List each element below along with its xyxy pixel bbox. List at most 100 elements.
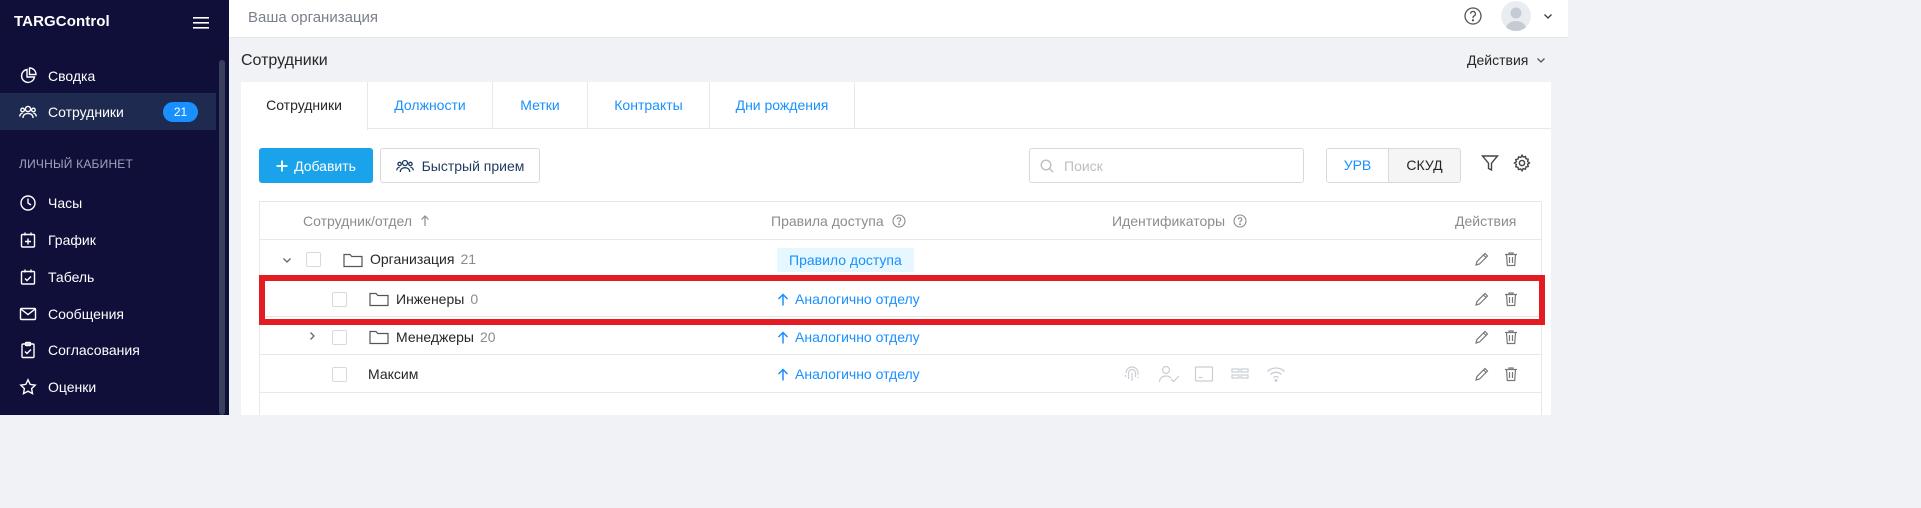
- tab-contracts[interactable]: Контракты: [588, 82, 710, 129]
- arrow-up-icon: [777, 292, 789, 306]
- count-badge: 21: [163, 102, 198, 122]
- help-circle-icon[interactable]: [1233, 214, 1247, 228]
- tab-tags[interactable]: Метки: [493, 82, 588, 129]
- trash-icon[interactable]: [1503, 329, 1519, 345]
- section-title: ЛИЧНЫЙ КАБИНЕТ: [19, 157, 134, 171]
- row-name[interactable]: Инженеры 0: [396, 291, 478, 307]
- row-name[interactable]: Менеджеры 20: [396, 329, 496, 345]
- trash-icon[interactable]: [1503, 366, 1519, 382]
- column-identifiers-label: Идентификаторы: [1112, 213, 1226, 229]
- column-actions: Действия: [1455, 213, 1516, 229]
- row-checkbox[interactable]: [332, 330, 347, 345]
- access-rule-tag[interactable]: Правило доступа: [777, 248, 914, 272]
- page-header: Сотрудники Действия: [229, 38, 1568, 82]
- add-button[interactable]: Добавить: [259, 148, 373, 183]
- sidebar-item-label: График: [48, 231, 96, 248]
- tab-employees[interactable]: Сотрудники: [241, 82, 368, 130]
- chevron-right-icon[interactable]: [306, 330, 318, 342]
- face-id-icon[interactable]: [1158, 364, 1180, 384]
- row-name-text: Максим: [368, 366, 419, 382]
- table-row[interactable]: Максим Аналогично отделу: [260, 356, 1541, 393]
- chevron-down-icon[interactable]: [1543, 11, 1553, 21]
- help-icon[interactable]: [1463, 6, 1483, 26]
- menu-toggle-icon[interactable]: [193, 15, 211, 31]
- sidebar-item-hours[interactable]: Часы: [0, 184, 216, 221]
- trash-icon[interactable]: [1503, 291, 1519, 307]
- employees-card: Сотрудники Должности Метки Контракты Дни…: [241, 82, 1551, 415]
- tab-positions[interactable]: Должности: [368, 82, 493, 129]
- filter-icon[interactable]: [1481, 154, 1499, 172]
- sidebar-scrollbar[interactable]: [219, 60, 225, 415]
- sidebar-item-label: Сводка: [48, 67, 96, 84]
- folder-icon: [369, 329, 389, 345]
- row-name-text: Организация: [370, 251, 455, 267]
- row-name[interactable]: Максим: [368, 366, 418, 382]
- sidebar-item-schedule[interactable]: График: [0, 221, 216, 258]
- row-count: 20: [479, 329, 496, 345]
- row-checkbox[interactable]: [332, 292, 347, 307]
- wifi-icon[interactable]: [1266, 364, 1288, 384]
- sidebar-item-messages[interactable]: Сообщения: [0, 295, 216, 332]
- brand-logo: TARGControl: [14, 13, 110, 30]
- sidebar-item-label: Сотрудники: [48, 103, 124, 120]
- mail-icon: [19, 305, 37, 323]
- edit-pencil-icon[interactable]: [1474, 329, 1490, 345]
- sidebar-item-summary[interactable]: Сводка: [0, 57, 216, 94]
- organization-name[interactable]: Ваша организация: [248, 9, 378, 26]
- tab-birthdays[interactable]: Дни рождения: [710, 82, 855, 129]
- sidebar-item-label: Оценки: [48, 378, 97, 395]
- table-row[interactable]: Менеджеры 20 Аналогично отделу: [260, 318, 1541, 355]
- identifier-icons: [1122, 364, 1288, 384]
- clipboard-check-icon: [19, 341, 37, 359]
- sidebar-item-label: Часы: [48, 194, 83, 211]
- search-input[interactable]: [1064, 157, 1284, 174]
- row-name[interactable]: Организация 21: [370, 251, 476, 267]
- row-count: 21: [460, 251, 477, 267]
- sidebar-item-timesheet[interactable]: Табель: [0, 258, 216, 295]
- row-name-text: Инженеры: [396, 291, 465, 307]
- sidebar-item-ratings[interactable]: Оценки: [0, 368, 216, 405]
- segment-urv[interactable]: УРВ: [1327, 149, 1389, 182]
- access-rule-text: Аналогично отделу: [795, 291, 920, 307]
- access-rule-link[interactable]: Аналогично отделу: [777, 329, 920, 345]
- table-row[interactable]: Инженеры 0 Аналогично отделу: [260, 279, 1541, 317]
- segment-skud[interactable]: СКУД: [1389, 149, 1460, 182]
- barcode-icon[interactable]: [1230, 364, 1252, 384]
- clock-icon: [19, 194, 37, 212]
- chevron-down-icon[interactable]: [281, 254, 293, 266]
- mode-segmented-control: УРВ СКУД: [1326, 148, 1461, 183]
- trash-icon[interactable]: [1503, 251, 1519, 267]
- avatar[interactable]: [1501, 1, 1531, 31]
- help-circle-icon[interactable]: [892, 214, 906, 228]
- column-employee[interactable]: Сотрудник/отдел: [303, 213, 430, 229]
- edit-pencil-icon[interactable]: [1474, 251, 1490, 267]
- users-icon: [395, 158, 414, 174]
- table-header: Сотрудник/отдел Правила доступа Идентифи…: [260, 202, 1541, 240]
- fingerprint-icon[interactable]: [1122, 364, 1144, 384]
- gear-icon[interactable]: [1513, 154, 1531, 172]
- page-title: Сотрудники: [241, 52, 328, 69]
- row-checkbox[interactable]: [332, 367, 347, 382]
- tab-bar: Сотрудники Должности Метки Контракты Дни…: [241, 82, 1551, 130]
- edit-pencil-icon[interactable]: [1474, 366, 1490, 382]
- star-icon: [19, 377, 37, 396]
- table-row[interactable]: Организация 21 Правило доступа: [260, 241, 1541, 278]
- folder-icon: [343, 252, 363, 268]
- column-access-label: Правила доступа: [771, 213, 884, 229]
- row-checkbox[interactable]: [306, 252, 321, 267]
- column-identifiers: Идентификаторы: [1112, 213, 1247, 229]
- sidebar-item-approvals[interactable]: Согласования: [0, 331, 216, 368]
- calendar-check-icon: [19, 268, 37, 286]
- page-actions-dropdown[interactable]: Действия: [1467, 52, 1546, 68]
- calendar-plus-icon: [19, 231, 37, 249]
- employees-table: Сотрудник/отдел Правила доступа Идентифи…: [259, 201, 1542, 415]
- search-box[interactable]: [1029, 148, 1304, 183]
- quick-hire-button[interactable]: Быстрый прием: [380, 148, 540, 183]
- page-actions-label: Действия: [1467, 52, 1529, 68]
- column-actions-label: Действия: [1455, 213, 1517, 229]
- card-icon[interactable]: [1194, 364, 1216, 384]
- access-rule-link[interactable]: Аналогично отделу: [777, 291, 920, 307]
- access-rule-link[interactable]: Аналогично отделу: [777, 366, 920, 382]
- sidebar-item-employees[interactable]: Сотрудники 21: [0, 93, 216, 130]
- edit-pencil-icon[interactable]: [1474, 291, 1490, 307]
